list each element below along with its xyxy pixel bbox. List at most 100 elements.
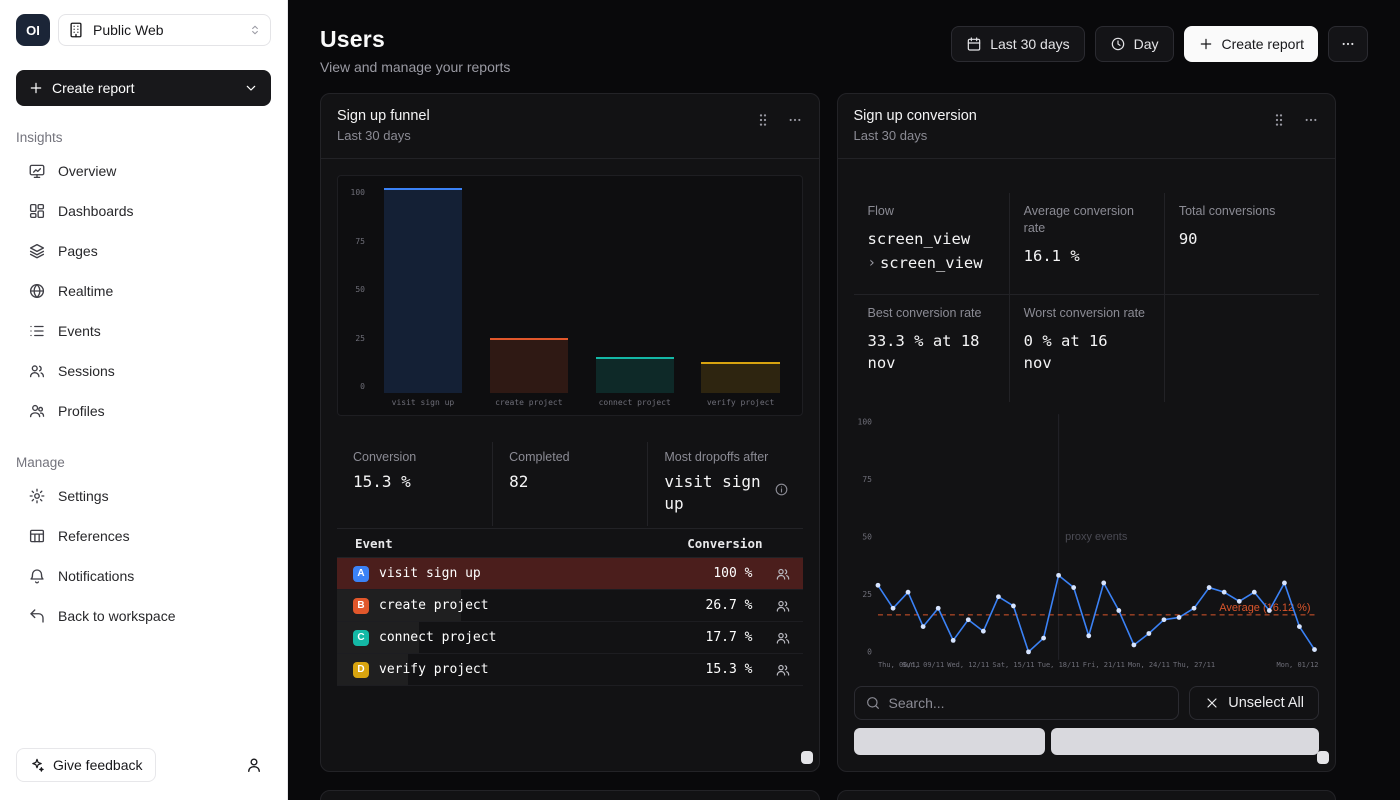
funnel-table-row[interactable]: Avisit sign up100 % — [337, 558, 803, 590]
sidebar-item-overview[interactable]: Overview — [16, 151, 271, 191]
interval-button[interactable]: Day — [1095, 26, 1174, 62]
calendar-icon — [966, 36, 982, 52]
overview-icon — [28, 162, 46, 180]
funnel-bar-label: create project — [476, 393, 582, 411]
card-stub — [837, 790, 1337, 800]
chevron-right-icon: › — [868, 253, 876, 273]
sidebar-item-settings[interactable]: Settings — [16, 476, 271, 516]
sidebar-item-sessions[interactable]: Sessions — [16, 351, 271, 391]
y-axis-tick: 50 — [355, 285, 365, 294]
settings-icon — [28, 487, 46, 505]
dashboards-icon — [28, 202, 46, 220]
stat-value: 33.3 % at 18 nov — [868, 330, 980, 375]
sidebar-item-label: Sessions — [58, 363, 115, 379]
sidebar-item-label: Overview — [58, 163, 116, 179]
y-axis-tick: 75 — [355, 237, 365, 246]
sidebar-footer: Give feedback — [16, 748, 271, 782]
card-title: Sign up funnel — [337, 108, 430, 124]
svg-text:Tue, 18/11: Tue, 18/11 — [1037, 661, 1079, 669]
create-report-button-sidebar[interactable]: Create report — [16, 70, 271, 106]
users-icon[interactable] — [763, 566, 803, 582]
references-icon — [28, 527, 46, 545]
y-axis-tick: 25 — [355, 334, 365, 343]
x-icon — [1204, 695, 1220, 711]
ellipsis-icon[interactable] — [787, 112, 803, 128]
stat-empty — [1164, 294, 1319, 402]
card-subtitle: Last 30 days — [854, 128, 977, 143]
svg-text:Wed, 12/11: Wed, 12/11 — [947, 661, 989, 669]
profile-button[interactable] — [237, 748, 271, 782]
sidebar-item-references[interactable]: References — [16, 516, 271, 556]
svg-text:Sat, 15/11: Sat, 15/11 — [992, 661, 1034, 669]
ellipsis-icon[interactable] — [1303, 112, 1319, 128]
sidebar-item-events[interactable]: Events — [16, 311, 271, 351]
main-content: Users View and manage your reports Last … — [288, 0, 1400, 800]
sidebar-item-dashboards[interactable]: Dashboards — [16, 191, 271, 231]
funnel-stats: Conversion 15.3 % Completed 82 Most drop… — [337, 442, 803, 526]
event-conversion: 26.7 % — [706, 598, 753, 613]
unselect-all-button[interactable]: Unselect All — [1189, 686, 1319, 720]
sidebar-item-pages[interactable]: Pages — [16, 231, 271, 271]
funnel-table: Event Conversion Avisit sign up100 %Bcre… — [337, 528, 803, 686]
funnel-table-row[interactable]: Dverify project15.3 % — [337, 654, 803, 686]
users-icon[interactable] — [763, 662, 803, 678]
sidebar-item-label: Back to workspace — [58, 608, 176, 624]
chevron-down-icon — [243, 80, 259, 96]
funnel-table-row[interactable]: Cconnect project17.7 % — [337, 622, 803, 654]
more-options-button[interactable] — [1328, 26, 1368, 62]
stat-value: 0 % at 16 nov — [1024, 330, 1136, 375]
app-logo[interactable]: OI — [16, 14, 50, 46]
date-range-button[interactable]: Last 30 days — [951, 26, 1084, 62]
stat-label: Completed — [509, 450, 633, 464]
event-badge: B — [353, 598, 369, 614]
workspace-name: Public Web — [93, 22, 164, 38]
conversion-card-header: Sign up conversion Last 30 days — [838, 94, 1336, 159]
sidebar-item-realtime[interactable]: Realtime — [16, 271, 271, 311]
search-input[interactable] — [889, 695, 1169, 711]
y-axis-tick: 100 — [351, 188, 365, 197]
drag-handle-icon[interactable] — [755, 112, 771, 128]
give-feedback-label: Give feedback — [53, 757, 143, 773]
interval-label: Day — [1134, 36, 1159, 52]
chevrons-up-down-icon — [248, 23, 262, 37]
funnel-table-row[interactable]: Bcreate project26.7 % — [337, 590, 803, 622]
scrollbar-thumb[interactable] — [1317, 751, 1329, 764]
realtime-icon — [28, 282, 46, 300]
drag-handle-icon[interactable] — [1271, 112, 1287, 128]
pages-icon — [28, 242, 46, 260]
conversion-card: Sign up conversion Last 30 days Flow scr… — [837, 93, 1337, 772]
users-icon[interactable] — [763, 630, 803, 646]
sidebar-item-notifications[interactable]: Notifications — [16, 556, 271, 596]
column-header-event: Event — [355, 536, 687, 551]
sidebar-item-profiles[interactable]: Profiles — [16, 391, 271, 431]
series-chip[interactable] — [1051, 728, 1319, 755]
stat-value: 16.1 % — [1024, 245, 1136, 267]
workspace-selector[interactable]: Public Web — [58, 14, 271, 46]
sidebar-item-label: Settings — [58, 488, 109, 504]
card-subtitle: Last 30 days — [337, 128, 430, 143]
sidebar-item-label: Dashboards — [58, 203, 134, 219]
scrollbar-thumb[interactable] — [801, 751, 813, 764]
ellipsis-icon — [1340, 36, 1356, 52]
back-icon — [28, 607, 46, 625]
funnel-bar: visit sign up — [370, 188, 476, 411]
create-report-header-label: Create report — [1222, 36, 1304, 52]
card-stub — [320, 790, 820, 800]
create-report-button[interactable]: Create report — [1184, 26, 1318, 62]
sidebar-nav: InsightsOverviewDashboardsPagesRealtimeE… — [16, 106, 271, 636]
sidebar-item-label: References — [58, 528, 130, 544]
series-chip[interactable] — [854, 728, 1045, 755]
svg-text:Mon, 24/11: Mon, 24/11 — [1127, 661, 1169, 669]
info-icon[interactable] — [774, 482, 789, 497]
date-range-label: Last 30 days — [990, 36, 1069, 52]
unselect-all-label: Unselect All — [1228, 695, 1304, 711]
svg-text:50: 50 — [862, 533, 872, 542]
search-box — [854, 686, 1180, 720]
funnel-bar-label: verify project — [688, 393, 794, 411]
users-icon[interactable] — [763, 598, 803, 614]
svg-text:25: 25 — [862, 590, 872, 599]
give-feedback-button[interactable]: Give feedback — [16, 748, 156, 782]
svg-text:Average (16.12 %): Average (16.12 %) — [1219, 602, 1310, 614]
event-name: connect project — [379, 630, 696, 645]
sidebar-item-back-to-workspace[interactable]: Back to workspace — [16, 596, 271, 636]
